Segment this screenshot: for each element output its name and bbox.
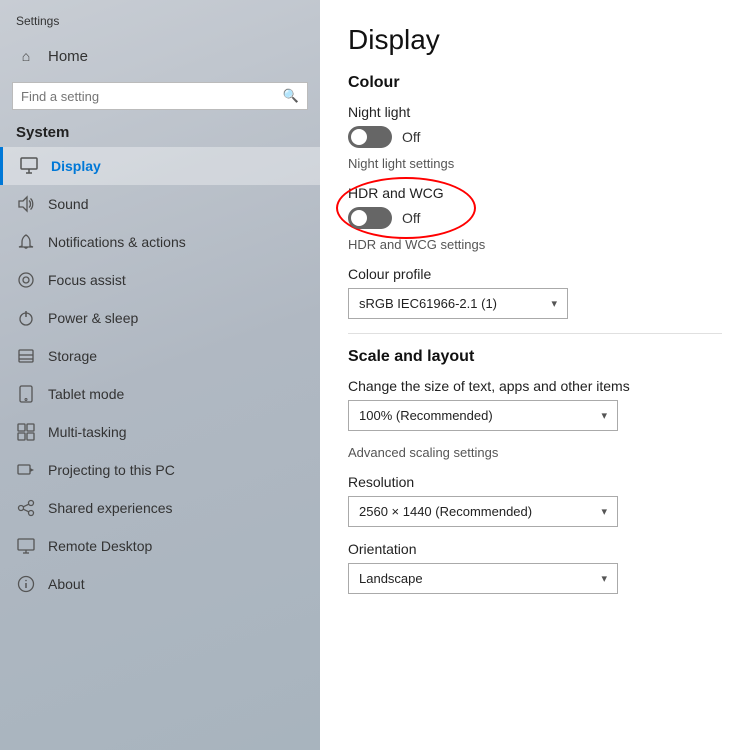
sidebar-item-power[interactable]: Power & sleep [0,299,320,337]
sidebar-item-shared[interactable]: Shared experiences [0,489,320,527]
colour-section-heading: Colour [348,74,722,92]
hdr-section: HDR and WCG Off [348,185,722,229]
sidebar-item-storage[interactable]: Storage [0,337,320,375]
page-title: Display [348,24,722,56]
remote-icon [16,536,36,556]
sidebar-label-remote: Remote Desktop [48,538,152,554]
shared-icon [16,498,36,518]
sidebar: Settings ⌂ Home 🔍 System Display Sound [0,0,320,750]
sidebar-item-focus[interactable]: Focus assist [0,261,320,299]
home-nav-item[interactable]: ⌂ Home [0,36,320,76]
home-label: Home [48,48,88,65]
home-icon: ⌂ [16,46,36,66]
sound-icon [16,194,36,214]
resolution-chevron: ▾ [601,505,607,518]
storage-icon [16,346,36,366]
colour-profile-chevron: ▾ [551,297,557,310]
sidebar-item-projecting[interactable]: Projecting to this PC [0,451,320,489]
resolution-dropdown[interactable]: 2560 × 1440 (Recommended) ▾ [348,496,618,527]
sidebar-label-focus: Focus assist [48,272,126,288]
orientation-value: Landscape [359,571,423,586]
change-size-label: Change the size of text, apps and other … [348,378,722,394]
focus-icon [16,270,36,290]
scale-section-heading: Scale and layout [348,348,722,366]
search-icon: 🔍 [283,88,299,104]
night-light-toggle-knob [351,129,367,145]
hdr-toggle-row: Off [348,207,722,229]
advanced-scaling-link[interactable]: Advanced scaling settings [348,445,722,460]
colour-profile-value: sRGB IEC61966-2.1 (1) [359,296,497,311]
sidebar-item-remote[interactable]: Remote Desktop [0,527,320,565]
app-title: Settings [0,0,320,36]
hdr-toggle[interactable] [348,207,392,229]
resolution-label: Resolution [348,474,722,490]
night-light-settings-link[interactable]: Night light settings [348,156,722,171]
night-light-toggle[interactable] [348,126,392,148]
night-light-toggle-row: Off [348,126,722,148]
sidebar-label-tablet: Tablet mode [48,386,124,402]
sidebar-label-storage: Storage [48,348,97,364]
sidebar-label-shared: Shared experiences [48,500,173,516]
sidebar-label-about: About [48,576,85,592]
hdr-settings-link[interactable]: HDR and WCG settings [348,237,722,252]
sidebar-item-display[interactable]: Display [0,147,320,185]
main-content: Display Colour Night light Off Night lig… [320,0,750,750]
orientation-chevron: ▾ [601,572,607,585]
hdr-label: HDR and WCG [348,185,722,201]
hdr-state: Off [402,210,420,226]
notifications-icon [16,232,36,252]
colour-profile-dropdown[interactable]: sRGB IEC61966-2.1 (1) ▾ [348,288,568,319]
orientation-dropdown[interactable]: Landscape ▾ [348,563,618,594]
night-light-state: Off [402,129,420,145]
sidebar-label-projecting: Projecting to this PC [48,462,175,478]
sidebar-label-multitasking: Multi-tasking [48,424,127,440]
power-icon [16,308,36,328]
projecting-icon [16,460,36,480]
sidebar-item-sound[interactable]: Sound [0,185,320,223]
sidebar-item-about[interactable]: About [0,565,320,603]
night-light-label: Night light [348,104,722,120]
scale-dropdown[interactable]: 100% (Recommended) ▾ [348,400,618,431]
hdr-toggle-knob [351,210,367,226]
search-input[interactable] [21,89,277,104]
system-heading: System [0,120,320,147]
sidebar-item-multitasking[interactable]: Multi-tasking [0,413,320,451]
tablet-icon [16,384,36,404]
search-bar[interactable]: 🔍 [12,82,308,110]
sidebar-item-notifications[interactable]: Notifications & actions [0,223,320,261]
orientation-label: Orientation [348,541,722,557]
sidebar-label-sound: Sound [48,196,88,212]
divider-1 [348,333,722,334]
colour-profile-label: Colour profile [348,266,722,282]
sidebar-label-display: Display [51,158,101,174]
about-icon [16,574,36,594]
display-icon [19,156,39,176]
sidebar-label-power: Power & sleep [48,310,138,326]
sidebar-label-notifications: Notifications & actions [48,234,186,250]
sidebar-item-tablet[interactable]: Tablet mode [0,375,320,413]
scale-chevron: ▾ [601,409,607,422]
scale-value: 100% (Recommended) [359,408,493,423]
resolution-value: 2560 × 1440 (Recommended) [359,504,532,519]
multitask-icon [16,422,36,442]
